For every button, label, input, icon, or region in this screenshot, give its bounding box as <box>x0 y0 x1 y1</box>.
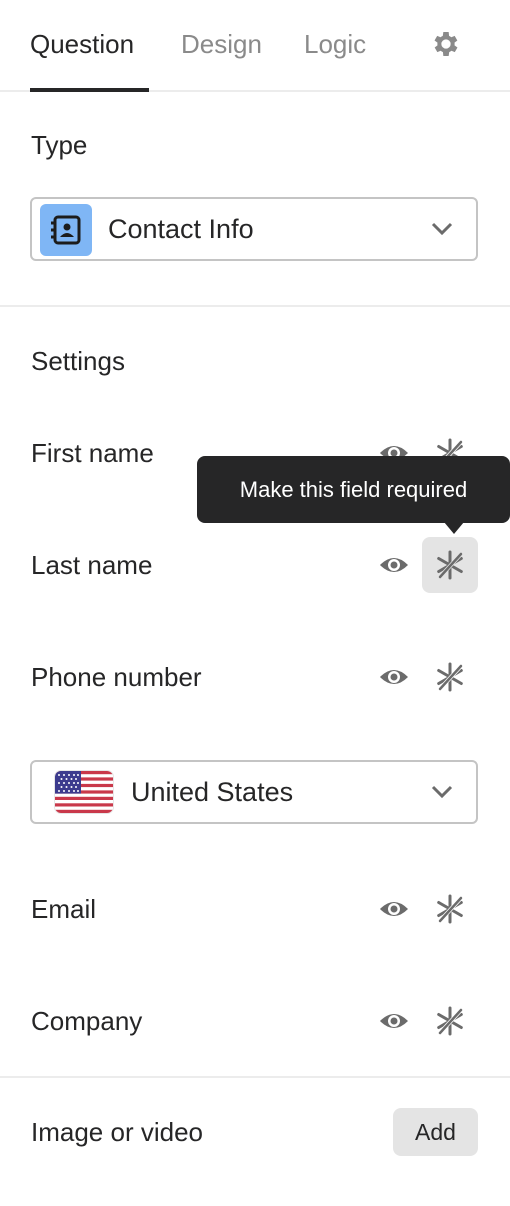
section-divider <box>0 305 510 307</box>
settings-section-title: Settings <box>31 346 125 376</box>
tab-bar: Question Design Logic <box>0 0 510 92</box>
required-tooltip: Make this field required <box>197 456 510 523</box>
eye-icon <box>380 902 408 916</box>
country-value: United States <box>131 777 294 807</box>
field-label-last-name: Last name <box>31 550 153 580</box>
contact-book-icon <box>40 204 92 256</box>
tooltip-arrow <box>444 522 464 534</box>
field-label-phone-number: Phone number <box>31 662 202 692</box>
field-label-first-name: First name <box>31 438 154 468</box>
asterisk-off-icon <box>437 894 464 924</box>
active-tab-indicator <box>30 88 149 92</box>
field-label-company: Company <box>31 1006 143 1036</box>
tab-logic[interactable]: Logic <box>304 28 366 60</box>
country-select[interactable]: United States <box>30 760 478 824</box>
question-type-value: Contact Info <box>108 214 254 244</box>
chevron-down-icon <box>431 222 453 236</box>
chevron-down-icon <box>431 785 453 799</box>
type-section-title: Type <box>31 130 88 160</box>
toggle-visibility-company[interactable] <box>366 993 422 1049</box>
gear-icon[interactable] <box>430 28 462 60</box>
toggle-visibility-last-name[interactable] <box>366 537 422 593</box>
toggle-visibility-email[interactable] <box>366 881 422 937</box>
us-flag-icon <box>55 771 113 813</box>
toggle-required-company[interactable] <box>422 993 478 1049</box>
toggle-required-email[interactable] <box>422 881 478 937</box>
eye-icon <box>380 1014 408 1028</box>
section-divider <box>0 1076 510 1078</box>
toggle-visibility-phone-number[interactable] <box>366 649 422 705</box>
toggle-required-phone-number[interactable] <box>422 649 478 705</box>
add-media-button[interactable]: Add <box>393 1108 478 1156</box>
asterisk-off-icon <box>437 1006 464 1036</box>
question-type-select[interactable]: Contact Info <box>30 197 478 261</box>
toggle-required-last-name[interactable] <box>422 537 478 593</box>
eye-icon <box>380 558 408 572</box>
media-section-title: Image or video <box>31 1117 203 1147</box>
tab-question[interactable]: Question <box>30 28 134 60</box>
eye-icon <box>380 670 408 684</box>
asterisk-off-icon <box>437 662 464 692</box>
asterisk-off-icon <box>437 550 464 580</box>
tab-design[interactable]: Design <box>181 28 262 60</box>
field-label-email: Email <box>31 894 97 924</box>
